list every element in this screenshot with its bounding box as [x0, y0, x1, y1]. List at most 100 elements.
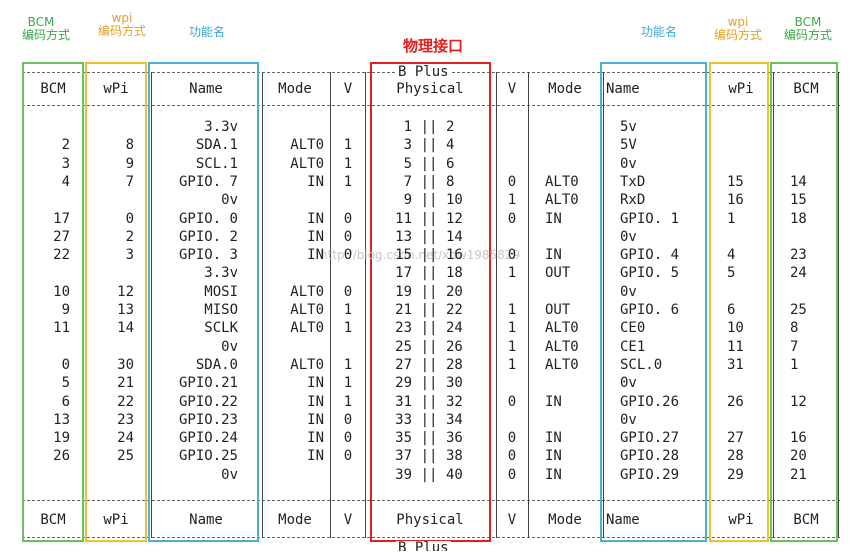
bcm-left-cell: 26 [53, 448, 70, 464]
pin-separator: || [420, 156, 438, 172]
pin-even-cell: 4 [446, 137, 455, 153]
wpi-left-cell: 14 [117, 320, 134, 336]
mode-left-cell: ALT0 [290, 302, 324, 318]
bcm-left-cell: 6 [61, 394, 70, 410]
name-left-cell: GPIO.23 [178, 412, 238, 428]
name-left-cell: GPIO.24 [178, 430, 238, 446]
name-left-cell: GPIO.25 [178, 448, 238, 464]
pin-even-cell: 40 [446, 467, 463, 483]
bcm-right-cell: 18 [790, 211, 807, 227]
pin-odd-cell: 27 [395, 357, 412, 373]
footer-bcm-left: BCM [40, 512, 66, 528]
v-left-cell: 0 [343, 284, 353, 300]
bcm-left-cell: 3 [61, 156, 70, 172]
wpi-right-cell: 10 [727, 320, 744, 336]
pin-odd-cell: 3 [403, 137, 412, 153]
v-right-cell: 0 [507, 467, 517, 483]
name-right-cell: GPIO. 1 [620, 211, 680, 227]
wpi-left-cell: 8 [125, 137, 134, 153]
pin-even-cell: 36 [446, 430, 463, 446]
physical-annotation: 物理接口 [402, 37, 463, 55]
header-wpi-left: wPi [103, 81, 129, 97]
column-divider [365, 72, 366, 538]
name-left-cell: GPIO.22 [178, 394, 238, 410]
name-right-cell: GPIO. 5 [620, 265, 680, 281]
bcm-left-cell: 4 [61, 174, 70, 190]
pin-separator: || [420, 174, 438, 190]
header-v-left: V [343, 81, 353, 97]
column-divider [496, 72, 497, 538]
name-left-cell: 0v [221, 467, 238, 483]
name-right-cell: GPIO.26 [620, 394, 680, 410]
mode-left-cell: ALT0 [290, 357, 324, 373]
v-left-cell: 1 [343, 357, 353, 373]
pin-odd-cell: 37 [395, 448, 412, 464]
pin-even-cell: 22 [446, 302, 463, 318]
pin-even-cell: 18 [446, 265, 463, 281]
v-right-cell: 0 [507, 247, 517, 263]
mode-right-cell: ALT0 [545, 174, 579, 190]
pin-even-cell: 8 [446, 174, 455, 190]
column-divider [330, 72, 331, 538]
pin-even-cell: 24 [446, 320, 463, 336]
pin-odd-cell: 15 [395, 247, 412, 263]
header-v-right: V [507, 81, 517, 97]
bcm-right-cell: 25 [790, 302, 807, 318]
name-left-cell: SCL.1 [195, 156, 238, 172]
v-left-cell: 1 [343, 375, 353, 391]
footer-physical: Physical [396, 512, 464, 528]
name-left-cell: GPIO.21 [178, 375, 238, 391]
v-right-cell: 0 [507, 394, 517, 410]
wpi-right-cell: 1 [727, 211, 736, 227]
footer-name-left: Name [189, 512, 223, 528]
name-left-cell: GPIO. 0 [178, 211, 238, 227]
pin-even-cell: 20 [446, 284, 463, 300]
bcm-right-cell: 1 [790, 357, 799, 373]
mode-left-cell: IN [307, 430, 324, 446]
mode-right-cell: ALT0 [545, 339, 579, 355]
v-left-cell: 0 [343, 211, 353, 227]
pin-odd-cell: 23 [395, 320, 412, 336]
bcm-left-cell: 0 [61, 357, 70, 373]
mode-right-cell: IN [545, 247, 562, 263]
wpi-left-cell: 12 [117, 284, 134, 300]
bcm-right-cell: 16 [790, 430, 807, 446]
mode-left-cell: IN [307, 375, 324, 391]
left-bcm-annotation: BCM 编码方式 [22, 15, 71, 42]
mode-left-cell: ALT0 [290, 284, 324, 300]
pin-even-cell: 26 [446, 339, 463, 355]
pin-separator: || [420, 412, 438, 428]
mode-right-cell: IN [545, 394, 562, 410]
pin-odd-cell: 39 [395, 467, 412, 483]
mode-right-cell: ALT0 [545, 320, 579, 336]
v-right-cell: 0 [507, 430, 517, 446]
bcm-left-cell: 5 [61, 375, 70, 391]
name-right-cell: GPIO. 4 [620, 247, 680, 263]
footer-mode-right: Mode [548, 512, 582, 528]
bcm-left-cell: 9 [61, 302, 70, 318]
pin-odd-cell: 25 [395, 339, 412, 355]
wpi-right-cell: 11 [727, 339, 744, 355]
pin-separator: || [420, 192, 438, 208]
v-left-cell: 1 [343, 320, 353, 336]
name-left-cell: 3.3v [204, 265, 238, 281]
mode-left-cell: IN [307, 247, 324, 263]
pin-separator: || [420, 302, 438, 318]
name-right-cell: SCL.0 [620, 357, 663, 373]
pin-odd-cell: 19 [395, 284, 412, 300]
pin-separator: || [420, 375, 438, 391]
wpi-right-cell: 27 [727, 430, 744, 446]
header-wpi-right: wPi [728, 81, 754, 97]
name-left-cell: GPIO. 7 [178, 174, 238, 190]
pin-odd-cell: 21 [395, 302, 412, 318]
footer-wpi-left: wPi [103, 512, 129, 528]
wpi-left-cell: 23 [117, 412, 134, 428]
pin-even-cell: 34 [446, 412, 463, 428]
name-right-cell: CE1 [620, 339, 646, 355]
mode-right-cell: OUT [545, 302, 571, 318]
bcm-left-cell: 27 [53, 229, 70, 245]
pin-even-cell: 14 [446, 229, 463, 245]
mode-left-cell: ALT0 [290, 156, 324, 172]
name-right-cell: TxD [620, 174, 646, 190]
left-wpi-annotation: wpi 编码方式 [97, 11, 146, 38]
